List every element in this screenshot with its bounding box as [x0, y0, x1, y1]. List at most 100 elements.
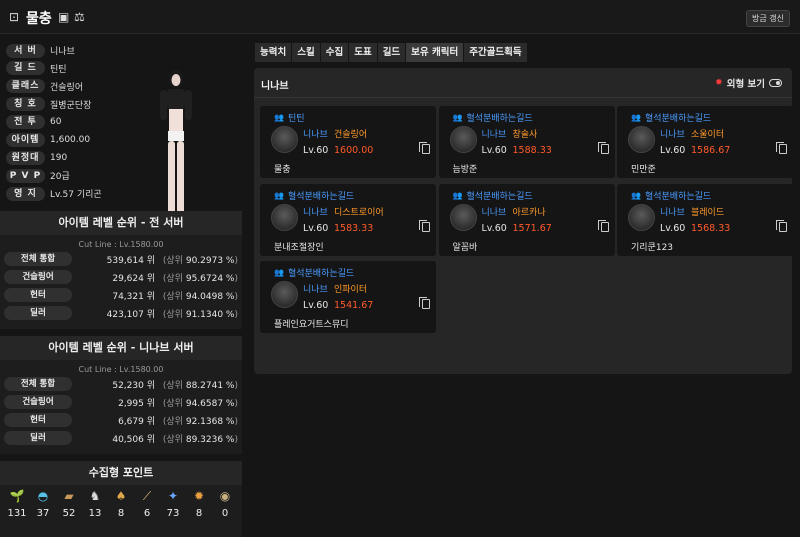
toggle-icon[interactable] — [769, 79, 782, 87]
rank-value: 539,614 위 — [106, 255, 155, 266]
card-class: 건슬링어 — [334, 130, 368, 140]
rank-value: 2,995 위 — [118, 398, 155, 409]
profile-row: P V P 20급 — [6, 168, 70, 183]
card-name: 늠방준 — [452, 165, 478, 175]
scale-icon[interactable]: ⚖ — [74, 10, 85, 24]
outlook-toggle[interactable]: ✹ 외형 보기 — [715, 76, 782, 90]
rank-prefix: (상위 — [162, 416, 183, 427]
heart-icon: ♞ — [89, 489, 101, 503]
guild-name: 틴틴 — [287, 114, 305, 124]
rank-suffix: ) — [234, 380, 238, 391]
character-portrait — [628, 126, 655, 153]
profile-label: 아이템 — [6, 133, 45, 147]
tab-1[interactable]: 스킬 — [292, 43, 320, 62]
group-icon: 👥 — [274, 113, 284, 122]
rank-category: 전체 통합 — [4, 252, 72, 266]
character-card[interactable]: 👥 틴틴 니나브 건슬링어 Lv.60 1600.00 물충 — [260, 106, 436, 178]
collect-count: 6 — [143, 508, 151, 519]
character-card[interactable]: 👥 혈석분배하는길드 니나브 인파이터 Lv.60 1541.67 플레인요거트스뮤디 — [260, 261, 436, 333]
card-level: Lv.60 — [660, 222, 686, 234]
rank-row: 헌터 6,679 위 (상위 92.1368 %) — [0, 411, 242, 429]
tab-2[interactable]: 수집 — [320, 43, 349, 62]
card-level: Lv.60 — [481, 222, 507, 234]
gem-icon: ⟋ — [142, 489, 152, 503]
profile-label: P V P — [6, 168, 45, 183]
character-card[interactable]: 👥 혈석분배하는길드 니나브 아르카나 Lv.60 1571.67 알꼼바 — [438, 183, 615, 256]
card-class: 소울이터 — [691, 130, 725, 140]
cutline-text: Cut Line : Lv.1580.00 — [78, 240, 164, 249]
bookmark-icon[interactable]: ⊡ — [9, 10, 19, 24]
profile-label: 길 드 — [6, 61, 45, 76]
profile-row: 전 투 60 — [6, 115, 61, 130]
card-server: 니나브 — [303, 285, 328, 295]
character-card[interactable]: 👥 혈석분배하는길드 니나브 창술사 Lv.60 1588.33 늠방준 — [438, 106, 615, 178]
rank-prefix: (상위 — [162, 398, 183, 409]
rank-percent: (상위 91.1340 %) — [155, 307, 238, 320]
copy-icon[interactable] — [597, 142, 609, 154]
tab-3[interactable]: 도표 — [349, 43, 377, 62]
profile-label: 클래스 — [6, 79, 45, 94]
guild-name: 혈석분배하는길드 — [466, 191, 533, 202]
seed-icon: 🌱 — [9, 489, 25, 503]
collect-item: 🌱 131 — [5, 489, 29, 519]
copy-icon[interactable] — [776, 142, 787, 154]
copy-icon[interactable] — [419, 297, 430, 309]
id-card-icon[interactable]: ▣ — [58, 10, 69, 24]
character-card[interactable]: 👥 혈석분배하는길드 니나브 소울이터 Lv.60 1586.67 민만준 — [617, 106, 793, 178]
rank-category: 전체 통합 — [4, 377, 72, 391]
card-class: 디스트로이어 — [334, 207, 384, 218]
rank-prefix: (상위 — [162, 380, 183, 391]
rank-prefix: (상위 — [162, 434, 183, 445]
profile-label: 전 투 — [6, 115, 45, 130]
group-icon: 👥 — [274, 268, 284, 277]
star-icon: ✹ — [193, 489, 205, 503]
copy-icon[interactable] — [597, 219, 609, 232]
card-server: 니나브 — [481, 207, 507, 218]
collect-item: ⟋ 6 — [135, 489, 159, 519]
profile-label: 칭 호 — [6, 97, 45, 112]
rank-suffix: ) — [234, 309, 238, 320]
rank-server-body: Cut Line : Lv.1580.00 전체 통합 52,230 위 (상위 8… — [0, 360, 242, 454]
rank-category: 헌터 — [4, 413, 72, 427]
profile-value: Lv.57 기리곤 — [50, 190, 102, 201]
collect-count: 131 — [7, 508, 27, 519]
profile-row: 아이템 1,600.00 — [6, 133, 90, 148]
card-level: Lv.60 — [660, 145, 686, 156]
sparkle-icon: ✹ — [715, 78, 723, 88]
rank-all-body: Cut Line : Lv.1580.00 전체 통합 539,614 위 (상위 … — [0, 235, 242, 329]
rank-row: 헌터 74,321 위 (상위 94.0498 %) — [0, 286, 242, 304]
tab-0[interactable]: 능력치 — [255, 43, 292, 62]
profile-value: 60 — [50, 117, 62, 128]
collect-item: ◓ 37 — [31, 489, 55, 519]
percent-value: 89.3236 % — [185, 434, 235, 445]
card-class: 인파이터 — [334, 285, 368, 295]
tab-6[interactable]: 주간골드획득 — [464, 43, 527, 62]
copy-icon[interactable] — [776, 219, 787, 232]
character-card[interactable]: 👥 혈석분배하는길드 니나브 블레이드 Lv.60 1568.33 기리쿤123 — [617, 183, 793, 256]
profile-value: 190 — [50, 152, 68, 163]
character-portrait — [271, 203, 298, 231]
collect-item: ♠ 8 — [109, 489, 133, 519]
tab-5[interactable]: 보유 캐릭터 — [406, 43, 464, 62]
right-panel: 능력치 스킬 수집 도표 길드 보유 캐릭터 주간골드획득 니나브 ✹ 외형 보기 👥 틴틴 니… — [248, 35, 800, 537]
group-icon: 👥 — [631, 113, 641, 122]
rank-value: 40,506 위 — [112, 434, 155, 445]
character-card[interactable]: 👥 혈석분배하는길드 니나브 디스트로이어 Lv.60 1583.33 분내조절장인 — [260, 183, 436, 256]
copy-icon[interactable] — [419, 219, 430, 232]
tab-4[interactable]: 길드 — [377, 43, 406, 62]
card-item-level: 1571.67 — [512, 222, 552, 234]
rank-value: 52,230 위 — [112, 380, 155, 391]
rank-prefix: (상위 — [162, 291, 183, 302]
collect-item: ♞ 13 — [83, 489, 107, 519]
card-server: 니나브 — [481, 130, 507, 140]
group-icon: 👥 — [452, 113, 463, 122]
percent-value: 95.6724 % — [185, 273, 235, 284]
rank-row: 건슬링어 2,995 위 (상위 94.6587 %) — [0, 393, 242, 411]
rank-suffix: ) — [234, 416, 238, 427]
character-portrait — [628, 203, 655, 231]
copy-icon[interactable] — [419, 142, 430, 154]
card-guild: 👥 혈석분배하는길드 — [453, 111, 533, 124]
collect-item: ▰ 52 — [57, 489, 81, 519]
refresh-button[interactable]: 방금 갱신 — [746, 10, 790, 27]
card-item-level: 1600.00 — [334, 145, 374, 156]
